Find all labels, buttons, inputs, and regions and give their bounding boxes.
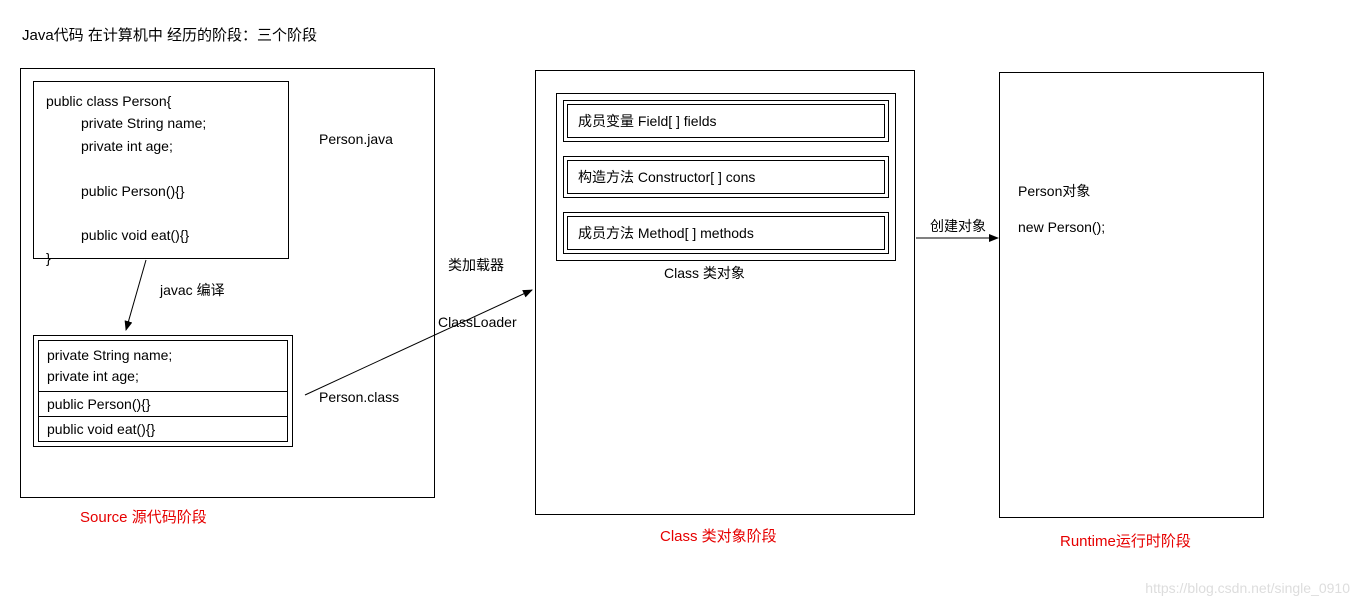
stage3-box: Person对象 new Person(); bbox=[999, 72, 1264, 518]
javac-label: javac 编译 bbox=[160, 280, 225, 300]
methods-label: 成员方法 Method[ ] methods bbox=[567, 216, 885, 250]
stage3-caption: Runtime运行时阶段 bbox=[1060, 530, 1191, 551]
constructors-label: 构造方法 Constructor[ ] cons bbox=[567, 160, 885, 194]
arrow2-label: 创建对象 bbox=[930, 216, 986, 236]
source-code-box: public class Person{ private String name… bbox=[33, 81, 289, 259]
watermark: https://blog.csdn.net/single_0910 bbox=[1145, 580, 1350, 596]
class-object-box: 成员变量 Field[ ] fields 构造方法 Constructor[ ]… bbox=[556, 93, 896, 261]
java-file-label: Person.java bbox=[319, 131, 393, 147]
compiled-fields: private String name; private int age; bbox=[38, 340, 288, 392]
arrow1-bottom-label: ClassLoader bbox=[438, 314, 517, 330]
methods-row: 成员方法 Method[ ] methods bbox=[563, 212, 889, 254]
new-person-label: new Person(); bbox=[1018, 219, 1105, 235]
person-obj-label: Person对象 bbox=[1018, 181, 1090, 201]
fields-row: 成员变量 Field[ ] fields bbox=[563, 100, 889, 142]
stage2-caption: Class 类对象阶段 bbox=[660, 525, 777, 546]
constructors-row: 构造方法 Constructor[ ] cons bbox=[563, 156, 889, 198]
compiled-constructor: public Person(){} bbox=[38, 391, 288, 417]
fields-label: 成员变量 Field[ ] fields bbox=[567, 104, 885, 138]
stage1-caption: Source 源代码阶段 bbox=[80, 506, 207, 527]
class-obj-label: Class 类对象 bbox=[664, 263, 745, 283]
class-file-label: Person.class bbox=[319, 389, 399, 405]
compiled-method: public void eat(){} bbox=[38, 416, 288, 442]
stage1-box: public class Person{ private String name… bbox=[20, 68, 435, 498]
diagram-title: Java代码 在计算机中 经历的阶段：三个阶段 bbox=[22, 24, 317, 45]
arrow1-top-label: 类加载器 bbox=[448, 255, 504, 275]
stage2-box: 成员变量 Field[ ] fields 构造方法 Constructor[ ]… bbox=[535, 70, 915, 515]
compiled-class-box: private String name; private int age; pu… bbox=[33, 335, 293, 447]
